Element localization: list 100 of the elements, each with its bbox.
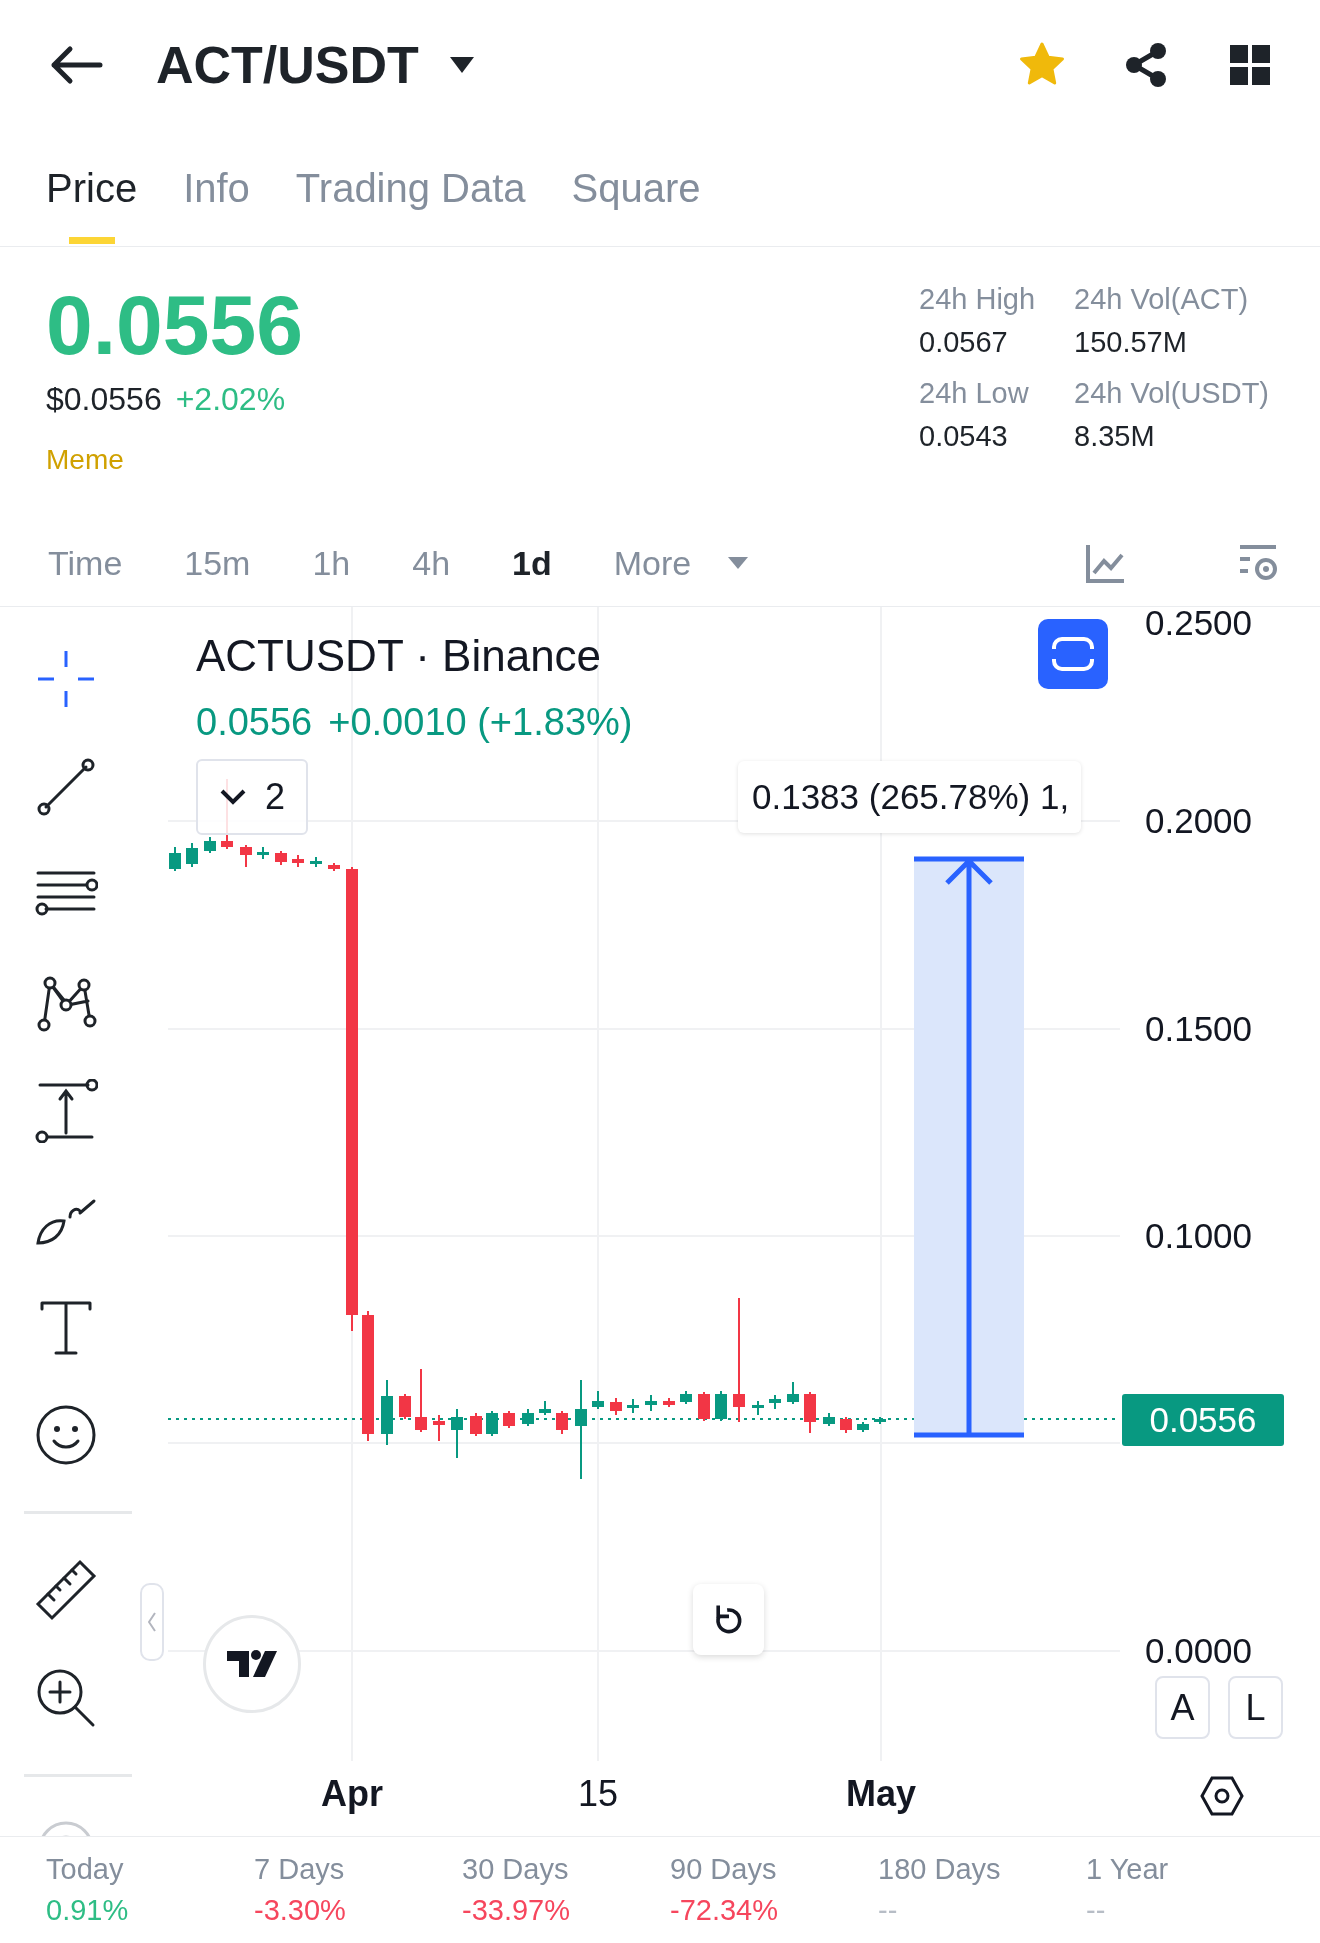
fiat-price: $0.0556 — [46, 381, 162, 418]
symbol-title: ACTUSDT · Binance — [196, 631, 602, 681]
candle — [240, 844, 252, 868]
candle — [470, 1412, 482, 1437]
period-label: 7 Days — [254, 1853, 345, 1886]
candle — [610, 1397, 622, 1416]
measure-icon[interactable] — [34, 1079, 98, 1143]
period-change: -33.97% — [462, 1894, 570, 1927]
time-axis-label: May — [846, 1773, 916, 1815]
period-change: -72.34% — [670, 1894, 778, 1927]
chevron-left-icon — [148, 1612, 156, 1632]
legend-price: 0.0556 — [196, 701, 313, 744]
stat-value: 0.0567 — [919, 326, 1009, 359]
stat-value: 0.0543 — [919, 420, 1009, 453]
ruler-icon[interactable] — [34, 1558, 98, 1622]
candle — [715, 1390, 727, 1422]
candle — [399, 1393, 411, 1420]
stat-value: 8.35M — [1074, 420, 1156, 453]
candle — [556, 1410, 568, 1435]
period-label: 180 Days — [878, 1853, 1001, 1886]
price-axis-label: 0.2500 — [1145, 603, 1253, 643]
candle — [257, 846, 269, 860]
stat-label: 24h Vol(USDT) — [1074, 377, 1270, 410]
candle — [292, 854, 304, 868]
caret-icon — [727, 556, 750, 570]
candle — [769, 1394, 781, 1410]
interval-tab[interactable]: More — [613, 543, 750, 583]
period-change: 0.91% — [46, 1894, 129, 1927]
candle — [698, 1391, 710, 1422]
pair-title: ACT/USDT — [156, 35, 419, 95]
candle — [592, 1390, 604, 1410]
tab[interactable]: Square — [571, 130, 701, 246]
candle — [169, 846, 181, 872]
candle — [451, 1408, 463, 1459]
candle — [310, 856, 322, 868]
candle — [627, 1398, 639, 1414]
interval-tab[interactable]: 1d — [512, 543, 552, 583]
legend-change: +0.0010 (+1.83%) — [328, 701, 633, 744]
fullscreen-button[interactable] — [1038, 619, 1108, 689]
interval-tab[interactable]: 4h — [412, 543, 451, 583]
candle — [840, 1416, 852, 1434]
candle — [680, 1390, 692, 1405]
logo-icon — [227, 1650, 277, 1678]
period-change: -- — [878, 1894, 898, 1927]
period-label: Today — [46, 1853, 124, 1886]
indicators-toggle[interactable]: 2 — [196, 759, 308, 835]
tab[interactable]: Info — [183, 130, 250, 246]
fullscreen-icon — [1051, 636, 1095, 672]
scale-button[interactable]: L — [1228, 1676, 1283, 1739]
price-axis-label: 0.2000 — [1145, 801, 1253, 841]
price-axis-label: 0.1500 — [1145, 1009, 1253, 1049]
scale-button[interactable]: A — [1155, 1676, 1210, 1739]
candle — [503, 1410, 515, 1429]
candle — [328, 862, 340, 872]
period-label: 90 Days — [670, 1853, 777, 1886]
tab[interactable]: Trading Data — [295, 130, 526, 246]
candle — [663, 1397, 675, 1408]
collapse-handle[interactable] — [140, 1583, 164, 1661]
candle — [486, 1410, 498, 1437]
candle — [415, 1368, 427, 1433]
interval-tab[interactable]: Time — [48, 543, 123, 583]
candle — [204, 836, 216, 854]
caret-icon[interactable] — [448, 56, 475, 74]
category-tag[interactable]: Meme — [46, 444, 124, 476]
candle — [787, 1381, 799, 1405]
price-axis-label: 0.1000 — [1145, 1216, 1253, 1256]
settings-icon[interactable] — [1200, 1774, 1244, 1818]
candle — [857, 1421, 869, 1433]
smiley-icon[interactable] — [34, 1403, 98, 1467]
stat-label: 24h Vol(ACT) — [1074, 283, 1250, 316]
time-axis-label: 15 — [578, 1773, 618, 1815]
price-axis-label: 0.0000 — [1145, 1631, 1253, 1671]
candle — [752, 1400, 764, 1416]
tab[interactable]: Price — [46, 130, 138, 246]
candle — [539, 1400, 551, 1416]
measure-tooltip: 0.1383 (265.78%) 1, — [738, 761, 1082, 833]
time-axis-label: Apr — [321, 1773, 383, 1815]
candle — [275, 850, 287, 866]
candle — [433, 1414, 445, 1442]
candle — [186, 842, 198, 868]
interval-tab[interactable]: 15m — [184, 543, 251, 583]
candle — [823, 1412, 835, 1427]
reset-button[interactable] — [693, 1584, 764, 1655]
stat-value: 150.57M — [1074, 326, 1188, 359]
candle — [645, 1394, 657, 1412]
period-label: 1 Year — [1086, 1853, 1169, 1886]
last-price: 0.0556 — [46, 277, 303, 373]
period-label: 30 Days — [462, 1853, 569, 1886]
candle — [522, 1408, 534, 1427]
price-range-drawing[interactable] — [911, 856, 1027, 1438]
period-change: -3.30% — [254, 1894, 346, 1927]
candle — [804, 1391, 816, 1434]
last-price-tag: 0.0556 — [1122, 1394, 1284, 1446]
price-change: +2.02% — [175, 381, 286, 418]
interval-tab[interactable]: 1h — [312, 543, 351, 583]
stat-label: 24h High — [919, 283, 1037, 316]
chevron-down-icon — [219, 788, 247, 806]
period-change: -- — [1086, 1894, 1106, 1927]
candle — [874, 1416, 886, 1425]
candle — [381, 1379, 393, 1446]
